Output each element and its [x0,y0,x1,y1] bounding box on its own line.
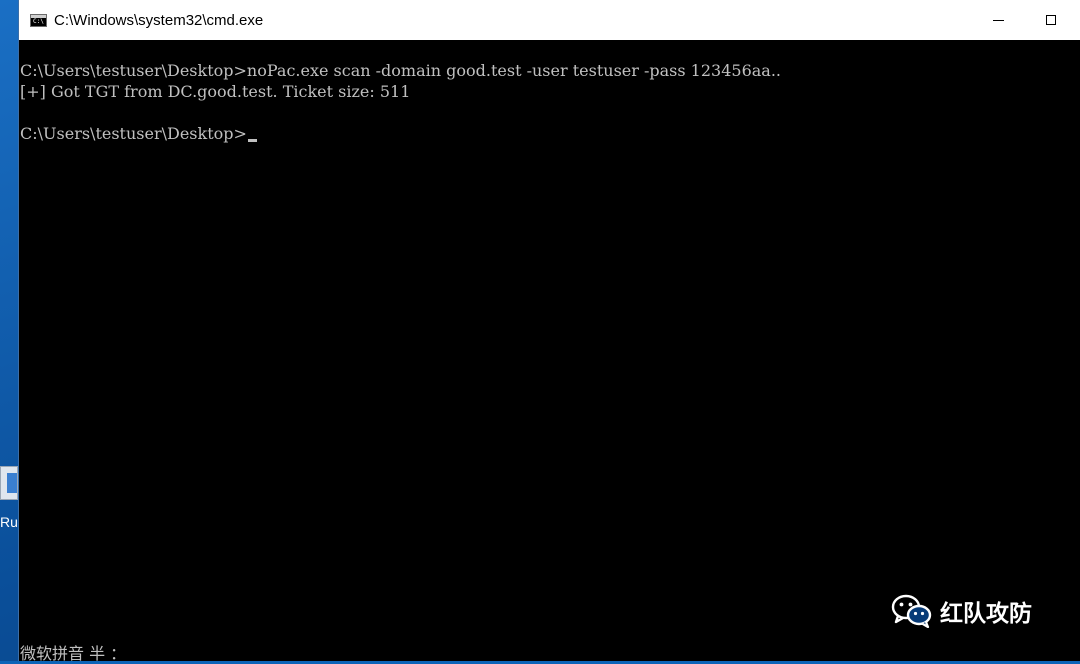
console-line-output: [+] Got TGT from DC.good.test. Ticket si… [20,82,411,101]
window-title: C:\Windows\system32\cmd.exe [54,11,264,29]
console-prompt: C:\Users\testuser\Desktop> [20,124,247,143]
cmd-icon[interactable]: C:\ [30,13,47,27]
wechat-icon [891,594,932,628]
cmd-window[interactable]: C:\ C:\Windows\system32\cmd.exe C:\Users… [18,0,1080,663]
minimize-button[interactable] [970,0,1026,40]
watermark: 红队攻防 [891,594,1032,628]
shortcut-glyph [7,473,17,493]
maximize-button[interactable] [1023,0,1079,40]
text-cursor [247,139,257,142]
maximize-icon [1046,15,1056,25]
console-prompt-line[interactable]: C:\Users\testuser\Desktop> [20,123,257,144]
cmd-icon-text: C:\ [33,17,44,25]
desktop-shortcut-label[interactable]: Rubeus [0,514,18,530]
title-bar[interactable]: C:\ C:\Windows\system32\cmd.exe [19,0,1080,40]
watermark-text: 红队攻防 [940,601,1032,627]
console-line-command: C:\Users\testuser\Desktop>noPac.exe scan… [20,61,781,80]
desktop-shortcut-icon[interactable] [0,466,18,500]
minimize-icon [992,19,1004,21]
console-output[interactable]: C:\Users\testuser\Desktop>noPac.exe scan… [19,40,1080,663]
